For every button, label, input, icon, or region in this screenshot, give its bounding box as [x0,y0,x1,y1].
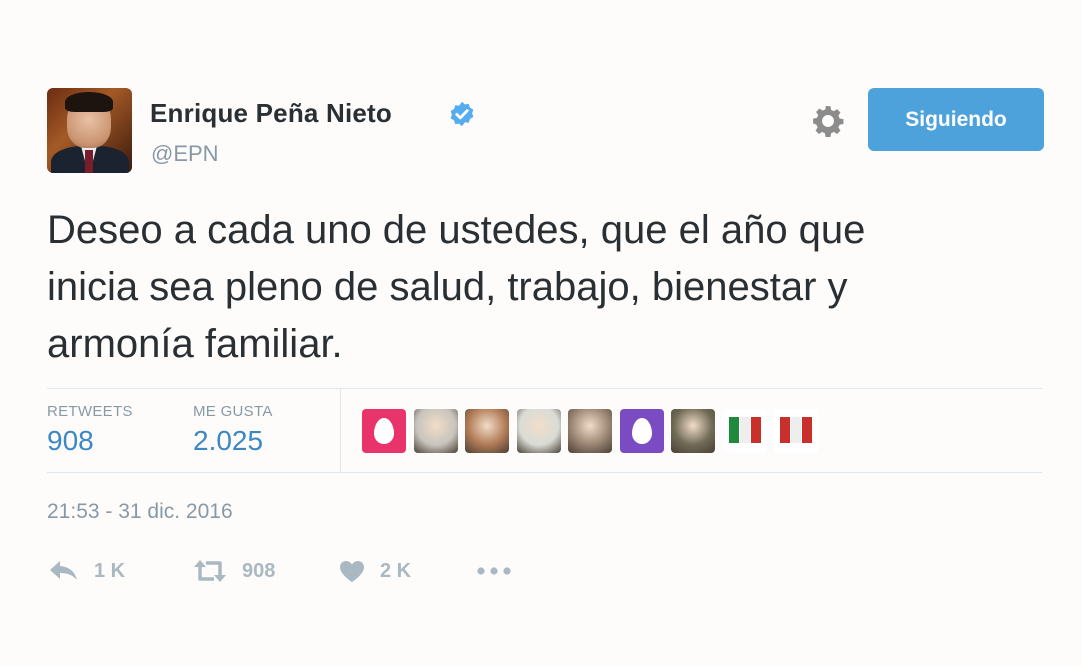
logo-icon [729,417,761,443]
logo-icon [780,417,812,443]
verified-badge-icon [450,101,474,127]
more-action[interactable] [476,556,512,586]
reply-icon [50,561,77,580]
tweet-card: Enrique Peña Nieto @EPN Siguiendo Deseo … [0,0,1082,666]
default-egg-icon [374,418,394,444]
liker-avatar[interactable] [517,409,561,453]
tweet-text-line: Deseo a cada uno de ustedes, que el año … [47,208,866,252]
likes-label[interactable]: ME GUSTA [193,403,273,420]
likes-count[interactable]: 2.025 [193,425,263,457]
tweet-text-line: armonía familiar. [47,322,343,366]
retweets-count[interactable]: 908 [47,425,94,457]
liker-avatar[interactable] [774,409,818,453]
heart-icon [340,561,364,582]
liker-avatar[interactable] [362,409,406,453]
default-egg-icon [632,418,652,444]
stats-divider-vertical [340,389,341,472]
retweet-icon [194,560,226,582]
like-count: 2 K [380,559,412,582]
liker-avatar[interactable] [723,409,767,453]
timestamp[interactable]: 21:53 - 31 dic. 2016 [47,500,233,524]
retweets-label[interactable]: RETWEETS [47,403,133,420]
liker-avatar[interactable] [465,409,509,453]
liker-avatar[interactable] [671,409,715,453]
avatar[interactable] [47,88,132,173]
stats-divider-bottom [47,472,1042,473]
more-icon [477,567,511,575]
reply-count: 1 K [94,559,126,582]
gear-icon[interactable] [811,104,845,138]
reply-action[interactable]: 1 K [48,556,125,586]
retweet-count: 908 [242,559,276,582]
liker-avatar[interactable] [414,409,458,453]
author-handle[interactable]: @EPN [151,141,219,167]
retweet-action[interactable]: 908 [192,556,275,586]
stats-divider-top [47,388,1042,389]
author-name[interactable]: Enrique Peña Nieto [150,98,392,129]
liker-avatar[interactable] [620,409,664,453]
like-action[interactable]: 2 K [338,556,411,586]
liker-avatar[interactable] [568,409,612,453]
tweet-text: Deseo a cada uno de ustedes, que el año … [47,202,1057,373]
following-button[interactable]: Siguiendo [868,88,1044,151]
tweet-text-line: inicia sea pleno de salud, trabajo, bien… [47,265,848,309]
